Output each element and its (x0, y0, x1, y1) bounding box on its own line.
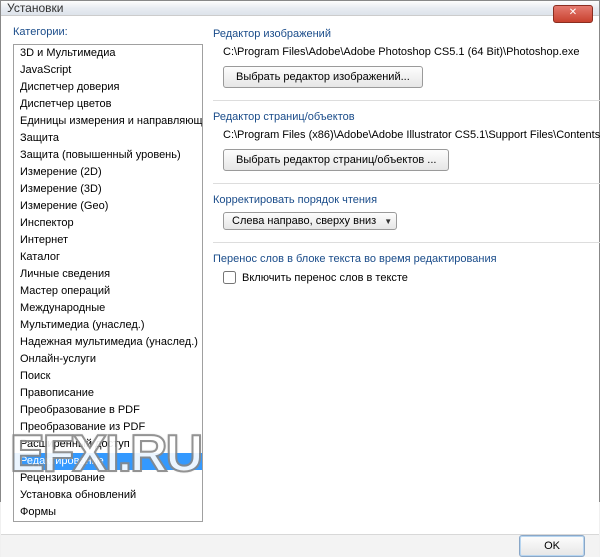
page-editor-section: Редактор страниц/объектов C:\Program Fil… (213, 111, 600, 184)
word-wrap-row: Включить перенос слов в тексте (223, 271, 600, 284)
categories-listbox[interactable]: 3D и МультимедиаJavaScriptДиспетчер дове… (13, 44, 203, 522)
list-item[interactable]: Каталог (14, 249, 202, 266)
list-item[interactable]: Диспетчер доверия (14, 79, 202, 96)
list-item[interactable]: Международные (14, 300, 202, 317)
categories-label: Категории: (13, 26, 203, 38)
list-item[interactable]: Онлайн-услуги (14, 351, 202, 368)
word-wrap-title: Перенос слов в блоке текста во время ред… (213, 253, 600, 265)
list-item[interactable]: Диспетчер цветов (14, 96, 202, 113)
chevron-down-icon: ▼ (384, 217, 392, 226)
list-item[interactable]: Преобразование из PDF (14, 419, 202, 436)
ok-button[interactable]: OK (519, 535, 585, 557)
image-editor-title: Редактор изображений (213, 28, 600, 40)
categories-panel: Категории: 3D и МультимедиаJavaScriptДис… (13, 26, 203, 522)
list-item[interactable]: Измерение (Geo) (14, 198, 202, 215)
list-item[interactable]: Редактирование (14, 453, 202, 470)
titlebar: Установки ✕ (1, 1, 599, 16)
list-item[interactable]: Правописание (14, 385, 202, 402)
list-item[interactable]: Рецензирование (14, 470, 202, 487)
reading-order-section: Корректировать порядок чтения Слева напр… (213, 194, 600, 243)
word-wrap-section: Перенос слов в блоке текста во время ред… (213, 253, 600, 296)
list-item[interactable]: Поиск (14, 368, 202, 385)
list-item[interactable]: Защита (14, 130, 202, 147)
word-wrap-label[interactable]: Включить перенос слов в тексте (242, 272, 408, 284)
dialog-footer: OK (1, 534, 599, 557)
list-item[interactable]: Надежная мультимедиа (унаслед.) (14, 334, 202, 351)
content-area: Категории: 3D и МультимедиаJavaScriptДис… (1, 16, 599, 534)
list-item[interactable]: 3D и Мультимедиа (14, 45, 202, 62)
list-item[interactable]: Единицы измерения и направляющие (14, 113, 202, 130)
list-item[interactable]: JavaScript (14, 62, 202, 79)
list-item[interactable]: Измерение (3D) (14, 181, 202, 198)
close-button[interactable]: ✕ (553, 5, 593, 23)
reading-order-title: Корректировать порядок чтения (213, 194, 600, 206)
list-item[interactable]: Формы (14, 504, 202, 521)
close-icon: ✕ (569, 7, 577, 18)
list-item[interactable]: Инспектор (14, 215, 202, 232)
list-item[interactable]: Защита (повышенный уровень) (14, 147, 202, 164)
image-editor-section: Редактор изображений C:\Program Files\Ad… (213, 28, 600, 101)
list-item[interactable]: Мультимедиа (унаслед.) (14, 317, 202, 334)
list-item[interactable]: Личные сведения (14, 266, 202, 283)
page-editor-path: C:\Program Files (x86)\Adobe\Adobe Illus… (223, 129, 600, 141)
preferences-window: Установки ✕ Категории: 3D и МультимедиаJ… (0, 0, 600, 502)
choose-page-editor-button[interactable]: Выбрать редактор страниц/объектов ... (223, 149, 449, 171)
word-wrap-checkbox[interactable] (223, 271, 236, 284)
list-item[interactable]: Установка обновлений (14, 487, 202, 504)
list-item[interactable]: Преобразование в PDF (14, 402, 202, 419)
reading-order-dropdown[interactable]: Слева направо, сверху вниз ▼ (223, 212, 397, 230)
list-item[interactable]: Интернет (14, 232, 202, 249)
settings-panel: Редактор изображений C:\Program Files\Ad… (213, 26, 600, 522)
image-editor-path: C:\Program Files\Adobe\Adobe Photoshop C… (223, 46, 600, 58)
choose-image-editor-button[interactable]: Выбрать редактор изображений... (223, 66, 423, 88)
list-item[interactable]: Измерение (2D) (14, 164, 202, 181)
list-item[interactable]: Мастер операций (14, 283, 202, 300)
window-title: Установки (7, 1, 63, 15)
page-editor-title: Редактор страниц/объектов (213, 111, 600, 123)
list-item[interactable]: Расширенный доступ (14, 436, 202, 453)
reading-order-value: Слева направо, сверху вниз (232, 215, 376, 227)
